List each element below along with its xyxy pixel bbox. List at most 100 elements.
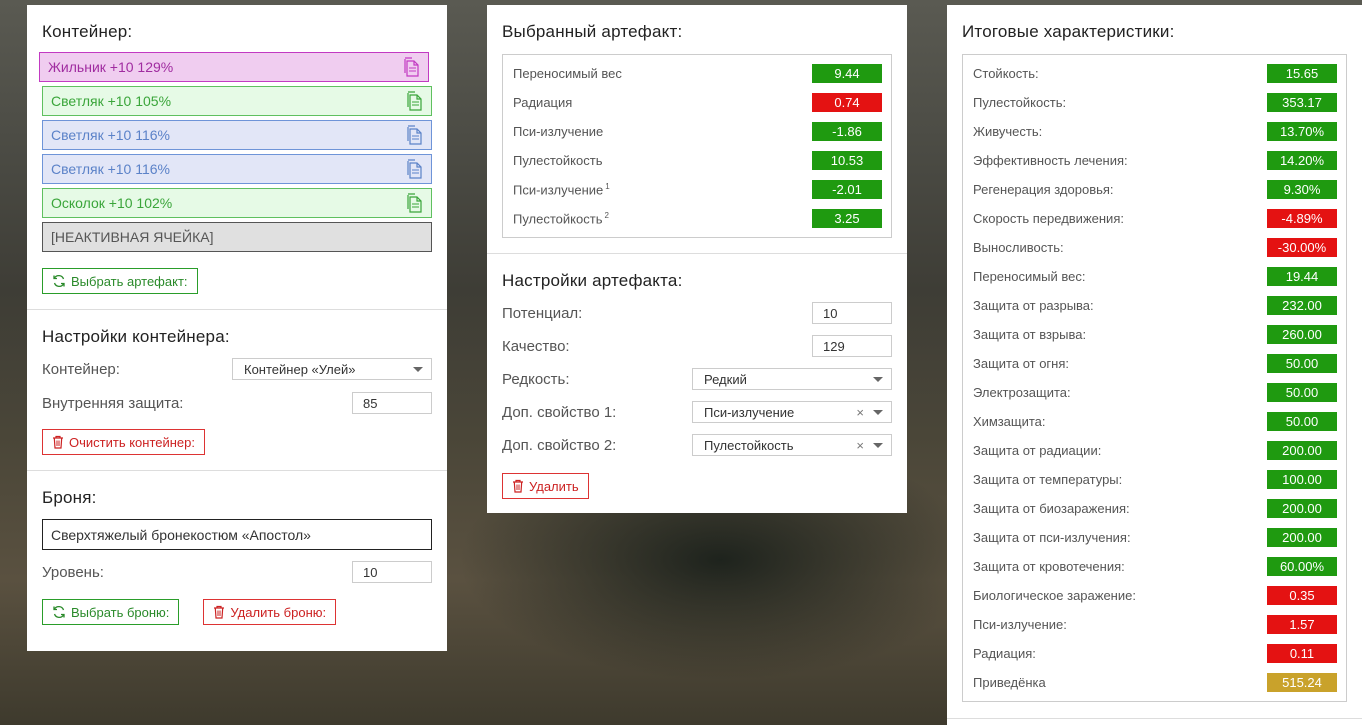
stat-label: Защита от кровотечения: (973, 559, 1125, 574)
artifact-stat-row: Пулестойкость 2 3.25 (513, 204, 882, 233)
stat-value: 232.00 (1267, 296, 1337, 315)
stat-label: Пси-излучение: (973, 617, 1067, 632)
stat-label: Пси-излучение 1 (513, 181, 610, 198)
slot-3[interactable]: Светляк +10 116% (42, 120, 432, 150)
total-stat-row: Стойкость: 15.65 (973, 59, 1337, 88)
quality-value: 129 (823, 338, 845, 354)
total-stat-row: Скорость передвижения: -4.89% (973, 204, 1337, 233)
extra-property-2-value: Пулестойкость (704, 437, 794, 453)
quality-label: Качество: (502, 337, 570, 355)
total-stat-row: Защита от пси-излучения: 200.00 (973, 523, 1337, 552)
copy-icon[interactable] (407, 125, 423, 145)
stat-value: 0.35 (1267, 586, 1337, 605)
stat-label: Защита от радиации: (973, 443, 1102, 458)
stat-value: 50.00 (1267, 354, 1337, 373)
slot-1[interactable]: Жильник +10 129% (39, 52, 429, 82)
extra-property-2-select[interactable]: Пулестойкость × (692, 434, 892, 456)
total-stat-row: Защита от кровотечения: 60.00% (973, 552, 1337, 581)
artifact-panel: Выбранный артефакт: Переносимый вес 9.44 … (487, 5, 907, 513)
rarity-select[interactable]: Редкий (692, 368, 892, 390)
stat-value: 200.00 (1267, 499, 1337, 518)
container-type-label: Контейнер: (42, 360, 120, 378)
potential-input[interactable]: 10 (812, 302, 892, 324)
slot-4[interactable]: Светляк +10 116% (42, 154, 432, 184)
armor-input[interactable]: Сверхтяжелый бронекостюм «Апостол» (42, 519, 432, 550)
delete-artifact-label: Удалить (529, 478, 579, 494)
stat-value: 200.00 (1267, 441, 1337, 460)
armor-section: Броня: Сверхтяжелый бронекостюм «Апостол… (27, 471, 447, 640)
slot-label: Светляк +10 116% (51, 127, 170, 143)
totals-section: Итоговые характеристики: Стойкость: 15.65… (947, 5, 1362, 716)
armor-level-input[interactable]: 10 (352, 561, 432, 583)
stat-value: 0.74 (812, 93, 882, 112)
total-stat-row: Защита от радиации: 200.00 (973, 436, 1337, 465)
stat-label: Пулестойкость (513, 153, 603, 168)
armor-level-label: Уровень: (42, 563, 104, 581)
stat-label: Пулестойкость 2 (513, 210, 609, 227)
potential-value: 10 (823, 305, 838, 321)
stat-value: 13.70% (1267, 122, 1337, 141)
total-stat-row: Защита от огня: 50.00 (973, 349, 1337, 378)
slot-5[interactable]: Осколок +10 102% (42, 188, 432, 218)
remove-armor-button[interactable]: Удалить броню: (203, 599, 337, 625)
container-section: Контейнер: Жильник +10 129% Светляк +10 … (27, 5, 447, 310)
extra-property-1-select[interactable]: Пси-излучение × (692, 401, 892, 423)
total-stat-row: Электрозащита: 50.00 (973, 378, 1337, 407)
clear-icon[interactable]: × (856, 405, 864, 420)
container-settings-section: Настройки контейнера: Контейнер: Контейн… (27, 310, 447, 471)
totals-title: Итоговые характеристики: (962, 22, 1175, 41)
quality-input[interactable]: 129 (812, 335, 892, 357)
stat-value: 14.20% (1267, 151, 1337, 170)
slot-list: Жильник +10 129% Светляк +10 105% Светля… (39, 52, 432, 252)
stat-value: 9.44 (812, 64, 882, 83)
total-stat-row: Защита от разрыва: 232.00 (973, 291, 1337, 320)
total-stat-row: Эффективность лечения: 14.20% (973, 146, 1337, 175)
stat-label: Защита от огня: (973, 356, 1070, 371)
stat-label: Пси-излучение (513, 124, 604, 139)
extra-property-1-value: Пси-излучение (704, 404, 795, 420)
trash-icon (53, 435, 63, 449)
copy-icon[interactable] (407, 91, 423, 111)
totals-panel: Итоговые характеристики: Стойкость: 15.65… (947, 5, 1362, 725)
total-stat-row: Биологическое заражение: 0.35 (973, 581, 1337, 610)
select-artifact-button[interactable]: Выбрать артефакт: (42, 268, 198, 294)
stat-label: Защита от пси-излучения: (973, 530, 1131, 545)
clear-container-label: Очистить контейнер: (69, 434, 195, 450)
total-stat-row: Регенерация здоровья: 9.30% (973, 175, 1337, 204)
chevron-down-icon (413, 366, 423, 372)
stat-label: Защита от биозаражения: (973, 501, 1130, 516)
slot-2[interactable]: Светляк +10 105% (42, 86, 432, 116)
slot-6-inactive[interactable]: [НЕАКТИВНАЯ ЯЧЕЙКА] (42, 222, 432, 252)
clear-icon[interactable]: × (856, 438, 864, 453)
select-armor-button[interactable]: Выбрать броню: (42, 599, 180, 625)
copy-icon[interactable] (407, 193, 423, 213)
clear-container-button[interactable]: Очистить контейнер: (42, 429, 205, 455)
stat-value: 19.44 (1267, 267, 1337, 286)
stat-value: 15.65 (1267, 64, 1337, 83)
inner-protection-input[interactable]: 85 (352, 392, 432, 414)
copy-icon[interactable] (407, 159, 423, 179)
delete-artifact-button[interactable]: Удалить (502, 473, 589, 499)
stat-value: 200.00 (1267, 528, 1337, 547)
slot-label: Светляк +10 116% (51, 161, 170, 177)
total-stat-row: Пулестойкость: 353.17 (973, 88, 1337, 117)
stat-label: Регенерация здоровья: (973, 182, 1114, 197)
inner-protection-value: 85 (363, 395, 378, 411)
chevron-down-icon (873, 409, 883, 415)
stat-superscript: 2 (604, 210, 609, 220)
container-type-select[interactable]: Контейнер «Улей» (232, 358, 432, 380)
slot-label: Светляк +10 105% (51, 93, 172, 109)
stat-value: 10.53 (812, 151, 882, 170)
refresh-icon (53, 274, 65, 288)
select-armor-label: Выбрать броню: (71, 604, 170, 620)
chevron-down-icon (873, 442, 883, 448)
copy-icon[interactable] (404, 57, 420, 77)
artifact-stat-row: Пси-излучение -1.86 (513, 117, 882, 146)
chevron-down-icon (873, 376, 883, 382)
stat-label: Радиация: (973, 646, 1036, 661)
stat-value: 9.30% (1267, 180, 1337, 199)
artifact-stat-row: Пулестойкость 10.53 (513, 146, 882, 175)
artifact-settings-title: Настройки артефакта: (502, 271, 683, 290)
slot-label: Жильник +10 129% (48, 59, 174, 75)
total-stat-row: Пси-излучение: 1.57 (973, 610, 1337, 639)
